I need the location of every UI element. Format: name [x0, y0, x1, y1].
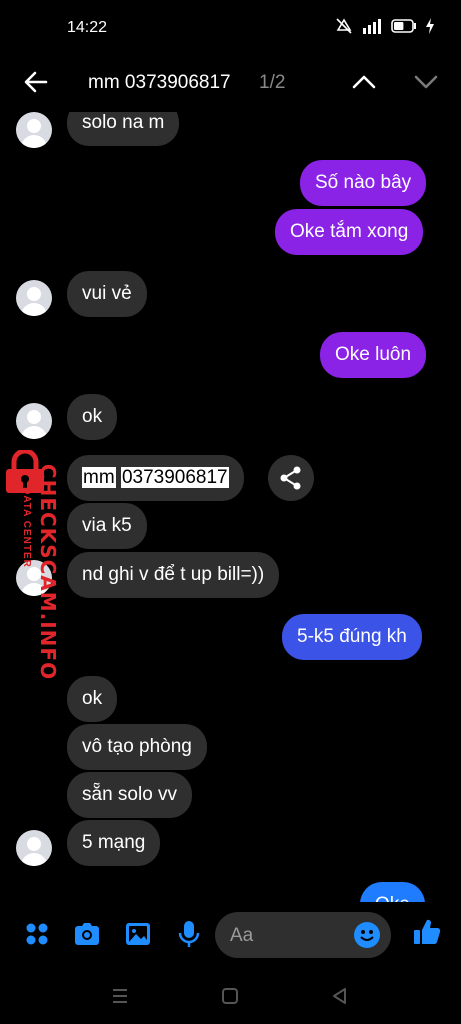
message-incoming[interactable]: nd ghi v để t up bill=))	[67, 552, 280, 598]
thumbs-up-icon[interactable]	[412, 917, 442, 947]
message-incoming[interactable]: via k5	[67, 503, 147, 549]
avatar[interactable]	[16, 112, 52, 148]
status-icons	[335, 18, 435, 34]
apps-grid-icon[interactable]	[22, 919, 52, 949]
avatar[interactable]	[16, 280, 52, 316]
message-incoming[interactable]: ok	[67, 394, 118, 440]
search-highlight: mm	[82, 467, 116, 488]
signal-icon	[363, 19, 381, 34]
message-incoming[interactable]: solo na m	[67, 112, 180, 146]
message-outgoing[interactable]: 5-k5 đúng kh	[282, 614, 422, 660]
message-input[interactable]: Aa	[215, 912, 391, 958]
status-bar: 14:22	[0, 0, 461, 56]
message-incoming[interactable]: vô tạo phòng	[67, 724, 207, 770]
watermark-subtitle: DATA CENTER	[20, 487, 32, 568]
chevron-up-icon[interactable]	[350, 68, 378, 96]
chat-thread[interactable]: solo na m Số nào bây Oke tắm xong vui vẻ…	[0, 112, 461, 902]
message-input-placeholder: Aa	[230, 925, 254, 946]
microphone-icon[interactable]	[174, 919, 204, 949]
charging-icon	[426, 18, 434, 34]
message-incoming-highlighted[interactable]: mm 0373906817	[67, 455, 244, 501]
search-header: mm 0373906817 1/2	[0, 56, 461, 112]
share-icon	[280, 466, 301, 490]
search-highlight: 0373906817	[120, 467, 229, 488]
message-incoming[interactable]: vui vẻ	[67, 271, 147, 317]
message-incoming[interactable]: 5 mạng	[67, 820, 161, 866]
camera-icon[interactable]	[72, 919, 102, 949]
watermark: DATA CENTER CHECKSCAM.INFO	[0, 450, 60, 680]
chevron-down-icon[interactable]	[412, 68, 440, 96]
status-time: 14:22	[67, 19, 108, 36]
message-outgoing[interactable]: Số nào bây	[300, 160, 427, 206]
watermark-title: CHECKSCAM.INFO	[36, 463, 61, 681]
avatar[interactable]	[16, 403, 52, 439]
message-outgoing[interactable]: Oke luôn	[320, 332, 427, 378]
message-outgoing[interactable]: Oke	[360, 882, 425, 902]
battery-icon	[391, 19, 416, 33]
message-outgoing[interactable]: Oke tắm xong	[275, 209, 424, 255]
menu-icon[interactable]	[110, 986, 130, 1006]
system-nav-bar	[0, 972, 461, 1024]
message-incoming[interactable]: ok	[67, 676, 118, 722]
search-query[interactable]: mm 0373906817	[88, 72, 231, 94]
gallery-icon[interactable]	[123, 919, 153, 949]
mute-icon	[336, 18, 352, 34]
back-nav-icon[interactable]	[330, 986, 350, 1006]
share-button[interactable]	[268, 455, 314, 501]
match-count: 1/2	[259, 72, 286, 93]
emoji-icon[interactable]	[353, 921, 381, 949]
back-arrow-icon[interactable]	[22, 68, 50, 96]
home-icon[interactable]	[220, 986, 240, 1006]
composer-bar: Aa	[0, 905, 461, 965]
avatar[interactable]	[16, 830, 52, 866]
message-incoming[interactable]: sẵn solo vv	[67, 772, 193, 818]
